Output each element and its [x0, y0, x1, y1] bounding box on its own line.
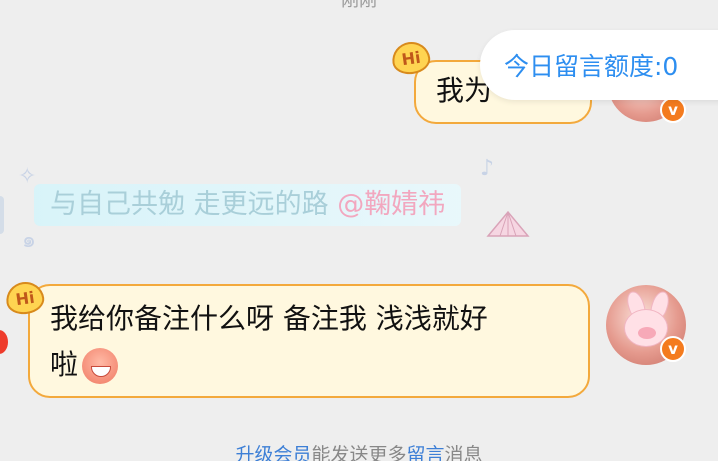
unread-indicator	[0, 330, 8, 354]
hint-end-text: 消息	[444, 444, 483, 461]
swirl-decoration-icon: ๑	[22, 228, 36, 253]
music-note-decoration-icon: ♪	[480, 156, 495, 181]
smiling-emoji-icon	[82, 348, 119, 384]
upgrade-vip-link[interactable]: 升级会员	[235, 444, 311, 461]
system-notice-banner: 与自己共勉 走更远的路 @鞠婧祎	[34, 184, 462, 226]
left-edge-decoration	[0, 196, 4, 234]
message-text-line1: 我给你备注什么呀 备注我 浅浅就好	[50, 302, 488, 335]
upgrade-hint: 升级会员能发送更多留言消息	[0, 440, 718, 461]
message-text-line2: 啦	[50, 342, 568, 388]
vip-badge-icon: v	[660, 336, 686, 362]
hint-mid-text: 能发送更多	[311, 444, 407, 461]
shell-decoration-icon	[486, 210, 530, 238]
incoming-message-bubble[interactable]: 我给你备注什么呀 备注我 浅浅就好 啦	[28, 284, 590, 398]
message-text-line2-text: 啦	[50, 348, 79, 381]
quota-label: 今日留言额度:0	[504, 52, 679, 81]
message-link[interactable]: 留言	[407, 444, 445, 461]
message-timestamp: 刚刚	[341, 0, 377, 11]
vip-badge-icon: v	[660, 97, 686, 123]
pig-snout	[638, 327, 656, 339]
star-decoration-icon: ✧	[18, 164, 37, 189]
daily-message-quota: 今日留言额度:0	[480, 30, 718, 100]
notice-mention[interactable]: @鞠婧祎	[337, 189, 445, 220]
notice-text: 与自己共勉 走更远的路	[50, 189, 329, 220]
